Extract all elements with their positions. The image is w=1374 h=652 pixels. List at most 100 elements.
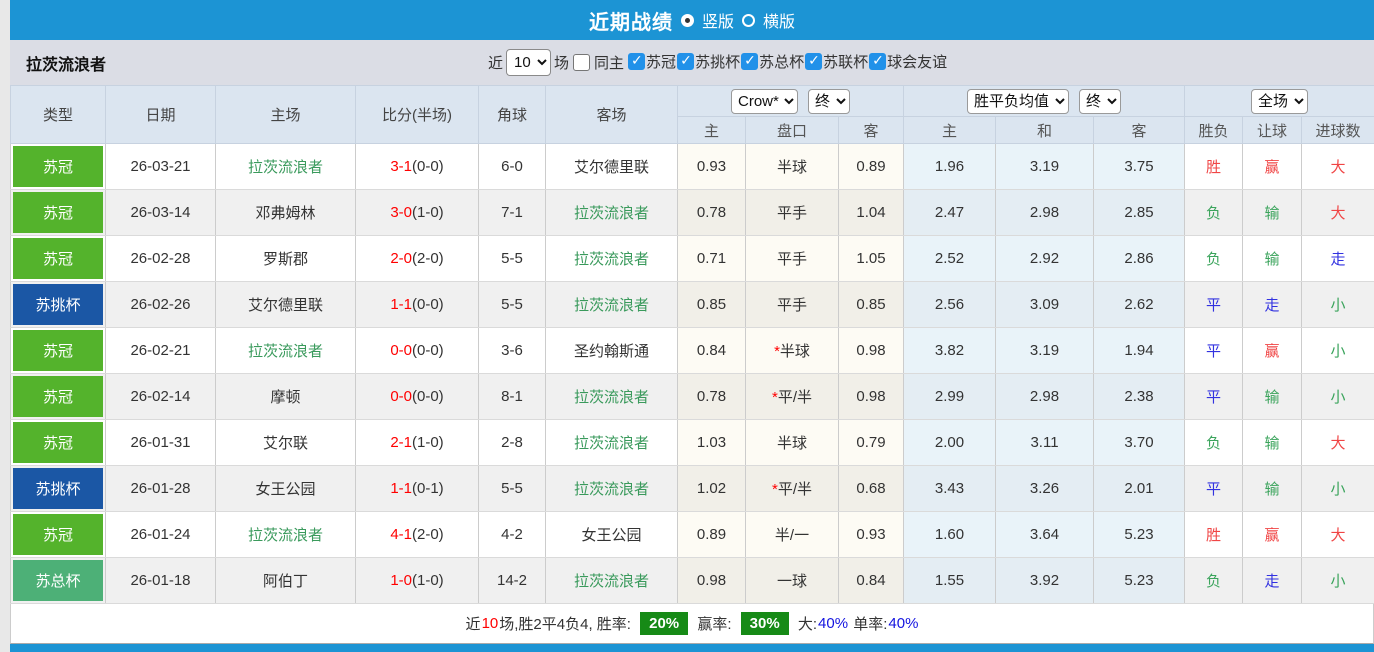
company-select[interactable]: Crow* xyxy=(731,89,798,114)
avg-draw-odds-cell: 3.11 xyxy=(996,420,1094,466)
league-badge: 苏冠 xyxy=(13,514,103,555)
avg-away-odds-cell: 1.94 xyxy=(1094,328,1185,374)
fulltime-score: 3-0 xyxy=(390,204,412,221)
league-checkbox[interactable] xyxy=(628,53,645,70)
league-checkbox[interactable] xyxy=(741,53,758,70)
handicap-cell: 平手 xyxy=(746,282,839,328)
avg-draw-odds-cell: 3.26 xyxy=(996,466,1094,512)
radio-vertical-layout[interactable] xyxy=(681,14,694,27)
halftime-score: (0-0) xyxy=(412,342,444,359)
avg-home-odds-cell: 1.60 xyxy=(904,512,996,558)
avg-home-odds-cell: 2.47 xyxy=(904,190,996,236)
goals-result-cell: 大 xyxy=(1302,420,1374,466)
recent-count-select[interactable]: 10 xyxy=(506,49,551,76)
goals-result-cell: 小 xyxy=(1302,374,1374,420)
league-badge: 苏冠 xyxy=(13,238,103,279)
crow-away-odds-cell: 0.68 xyxy=(839,466,904,512)
league-checkbox[interactable] xyxy=(869,53,886,70)
crow-home-odds-cell: 1.03 xyxy=(678,420,746,466)
avg-away-odds-cell: 2.01 xyxy=(1094,466,1185,512)
summary-text: 10 xyxy=(482,615,499,632)
date-cell: 26-01-31 xyxy=(106,420,216,466)
crow-home-odds-cell: 0.71 xyxy=(678,236,746,282)
crow-away-odds-cell: 0.98 xyxy=(839,374,904,420)
avg-away-odds-cell: 3.70 xyxy=(1094,420,1185,466)
handicap-cell: *平/半 xyxy=(746,374,839,420)
league-filters: 苏冠苏挑杯苏总杯苏联杯球会友谊 xyxy=(627,51,947,74)
league-badge: 苏冠 xyxy=(13,146,103,187)
col-header-away: 客场 xyxy=(546,86,678,144)
avg-away-odds-cell: 5.23 xyxy=(1094,512,1185,558)
avg-away-odds-cell: 2.86 xyxy=(1094,236,1185,282)
col-header-score: 比分(半场) xyxy=(356,86,479,144)
summary-text: 大: xyxy=(794,613,817,634)
fulltime-score: 1-0 xyxy=(390,572,412,589)
league-badge: 苏挑杯 xyxy=(13,284,103,325)
match-row: 苏挑杯26-02-26艾尔德里联1-1(0-0)5-5拉茨流浪者0.85平手0.… xyxy=(11,282,1374,328)
league-filter-item: 球会友谊 xyxy=(868,51,947,72)
summary-text: 场,胜2平4负4, 胜率: xyxy=(499,613,635,634)
date-cell: 26-02-28 xyxy=(106,236,216,282)
rate-badge: 20% xyxy=(640,612,688,635)
crow-away-odds-cell: 0.89 xyxy=(839,144,904,190)
league-checkbox[interactable] xyxy=(677,53,694,70)
handicap-cell: 半球 xyxy=(746,420,839,466)
summary-text: 近 xyxy=(466,613,481,634)
crow-away-odds-cell: 0.93 xyxy=(839,512,904,558)
avg-away-odds-cell: 2.85 xyxy=(1094,190,1185,236)
company-time-select[interactable]: 终 xyxy=(808,89,850,114)
scope-dropdown-group: 全场 xyxy=(1185,86,1374,117)
score-cell: 3-0(1-0) xyxy=(356,190,479,236)
home-team-cell: 邓弗姆林 xyxy=(216,190,356,236)
same-home-checkbox[interactable] xyxy=(573,54,590,71)
matches-label: 场 xyxy=(554,52,569,73)
goals-result-cell: 大 xyxy=(1302,190,1374,236)
result-cell: 负 xyxy=(1185,236,1243,282)
avg-home-odds-cell: 2.52 xyxy=(904,236,996,282)
goals-result-cell: 小 xyxy=(1302,558,1374,604)
avg-home-odds-cell: 2.99 xyxy=(904,374,996,420)
date-cell: 26-01-24 xyxy=(106,512,216,558)
match-row: 苏挑杯26-01-28女王公园1-1(0-1)5-5拉茨流浪者1.02*平/半0… xyxy=(11,466,1374,512)
odds-time-select[interactable]: 终 xyxy=(1079,89,1121,114)
radio-vertical-label[interactable]: 竖版 xyxy=(702,8,734,32)
result-cell: 平 xyxy=(1185,282,1243,328)
date-cell: 26-02-21 xyxy=(106,328,216,374)
match-row: 苏冠26-01-24拉茨流浪者4-1(2-0)4-2女王公园0.89半/一0.9… xyxy=(11,512,1374,558)
let-ball-result-cell: 输 xyxy=(1243,420,1302,466)
results-table: 类型 日期 主场 比分(半场) 角球 客场 Crow* 终 胜平负均值 终 xyxy=(10,85,1374,604)
scope-select[interactable]: 全场 xyxy=(1251,89,1308,114)
crow-away-odds-cell: 0.98 xyxy=(839,328,904,374)
match-row: 苏冠26-03-21拉茨流浪者3-1(0-0)6-0艾尔德里联0.93半球0.8… xyxy=(11,144,1374,190)
date-cell: 26-03-21 xyxy=(106,144,216,190)
radio-horizontal-label[interactable]: 横版 xyxy=(763,8,795,32)
avg-draw-odds-cell: 3.92 xyxy=(996,558,1094,604)
home-team-cell: 罗斯郡 xyxy=(216,236,356,282)
summary-text: 40% xyxy=(818,615,848,632)
recent-label: 近 xyxy=(488,52,503,73)
league-type-cell: 苏冠 xyxy=(11,236,106,282)
date-cell: 26-01-28 xyxy=(106,466,216,512)
league-badge: 苏总杯 xyxy=(13,560,103,601)
page: 近期战绩 竖版 横版 拉茨流浪者 近 10 场 同主 苏冠苏挑杯苏总杯苏联杯球会… xyxy=(10,0,1374,652)
league-type-cell: 苏挑杯 xyxy=(11,466,106,512)
home-team-cell: 摩顿 xyxy=(216,374,356,420)
league-filter-item: 苏冠 xyxy=(627,51,676,72)
halftime-score: (1-0) xyxy=(412,572,444,589)
col-header-date: 日期 xyxy=(106,86,216,144)
away-team-cell: 拉茨流浪者 xyxy=(546,558,678,604)
odds-type-select[interactable]: 胜平负均值 xyxy=(967,89,1069,114)
title-bar: 近期战绩 竖版 横版 xyxy=(10,0,1374,40)
let-ball-result-cell: 赢 xyxy=(1243,328,1302,374)
subcol-goals: 进球数 xyxy=(1302,117,1374,144)
away-team-cell: 女王公园 xyxy=(546,512,678,558)
league-filter-item: 苏总杯 xyxy=(740,51,804,72)
summary-text: 单率: xyxy=(849,613,887,634)
let-ball-result-cell: 输 xyxy=(1243,236,1302,282)
league-checkbox[interactable] xyxy=(805,53,822,70)
goals-result-cell: 大 xyxy=(1302,512,1374,558)
radio-horizontal-layout[interactable] xyxy=(742,14,755,27)
home-team-cell: 阿伯丁 xyxy=(216,558,356,604)
let-ball-result-cell: 走 xyxy=(1243,558,1302,604)
halftime-score: (2-0) xyxy=(412,250,444,267)
